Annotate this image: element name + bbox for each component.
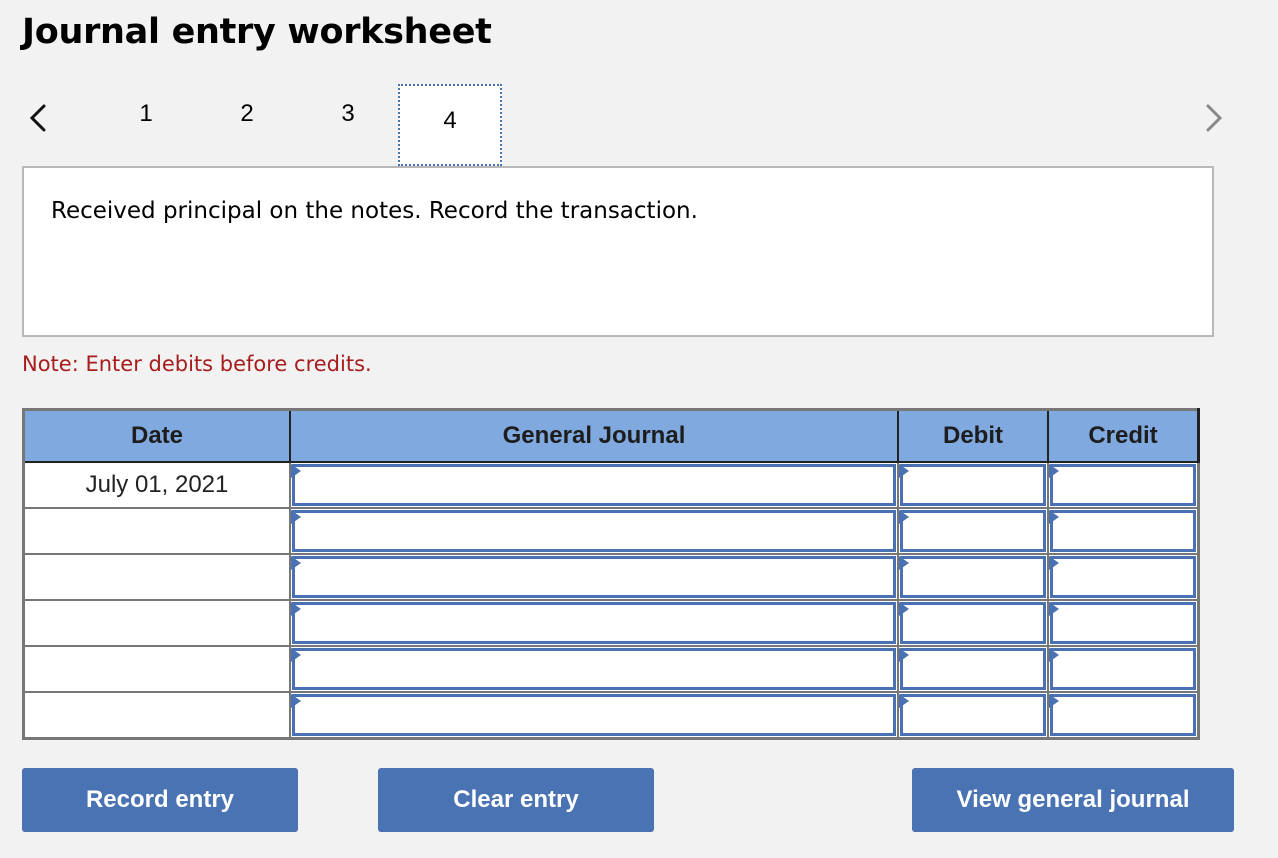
dropdown-flag-icon <box>1049 510 1059 524</box>
credit-input-cell <box>1047 507 1200 555</box>
debit-input-cell <box>897 691 1049 740</box>
table-row <box>22 507 1200 555</box>
debit-input[interactable] <box>900 556 1046 598</box>
account-select[interactable] <box>292 510 896 552</box>
debit-input-cell <box>897 461 1049 509</box>
credit-input[interactable] <box>1050 694 1196 736</box>
entry-tabs: 1 2 3 4 <box>0 80 1278 170</box>
debit-input[interactable] <box>900 694 1046 736</box>
tab-label: 3 <box>341 100 355 127</box>
debit-input-cell <box>897 507 1049 555</box>
credit-input[interactable] <box>1050 464 1196 506</box>
journal-entry-table: Date General Journal Debit Credit July 0… <box>22 408 1200 740</box>
account-select-cell <box>289 507 899 555</box>
account-select[interactable] <box>292 648 896 690</box>
debit-input-cell <box>897 599 1049 647</box>
dropdown-flag-icon <box>899 648 909 662</box>
dropdown-flag-icon <box>291 464 301 478</box>
dropdown-flag-icon <box>291 556 301 570</box>
record-entry-button[interactable]: Record entry <box>22 768 298 832</box>
column-header-date: Date <box>22 408 291 463</box>
debit-input[interactable] <box>900 648 1046 690</box>
date-cell <box>22 691 291 740</box>
credit-input[interactable] <box>1050 648 1196 690</box>
credit-input[interactable] <box>1050 602 1196 644</box>
credit-input[interactable] <box>1050 556 1196 598</box>
tab-4[interactable]: 4 <box>398 84 502 166</box>
account-select-cell <box>289 645 899 693</box>
date-cell: July 01, 2021 <box>22 461 291 509</box>
credit-input-cell <box>1047 461 1200 509</box>
table-row <box>22 553 1200 601</box>
credit-input-cell <box>1047 599 1200 647</box>
next-entry-button[interactable] <box>1200 98 1230 138</box>
account-select[interactable] <box>292 694 896 736</box>
dropdown-flag-icon <box>291 510 301 524</box>
dropdown-flag-icon <box>291 602 301 616</box>
credit-input-cell <box>1047 645 1200 693</box>
tab-label: 4 <box>443 107 457 134</box>
date-cell <box>22 553 291 601</box>
dropdown-flag-icon <box>899 556 909 570</box>
credit-input[interactable] <box>1050 510 1196 552</box>
account-select-cell <box>289 461 899 509</box>
tab-2[interactable]: 2 <box>227 100 267 128</box>
debit-input-cell <box>897 553 1049 601</box>
chevron-left-icon <box>29 104 46 132</box>
dropdown-flag-icon <box>291 694 301 708</box>
dropdown-flag-icon <box>899 510 909 524</box>
dropdown-flag-icon <box>1049 602 1059 616</box>
transaction-description-box: Received principal on the notes. Record … <box>22 166 1214 337</box>
entry-note: Note: Enter debits before credits. <box>22 352 372 376</box>
transaction-description: Received principal on the notes. Record … <box>51 198 698 224</box>
dropdown-flag-icon <box>899 464 909 478</box>
account-select-cell <box>289 553 899 601</box>
dropdown-flag-icon <box>291 648 301 662</box>
table-row <box>22 599 1200 647</box>
dropdown-flag-icon <box>1049 648 1059 662</box>
column-header-debit: Debit <box>897 408 1049 463</box>
account-select-cell <box>289 599 899 647</box>
credit-input-cell <box>1047 691 1200 740</box>
debit-input[interactable] <box>900 510 1046 552</box>
debit-input[interactable] <box>900 602 1046 644</box>
account-select[interactable] <box>292 556 896 598</box>
dropdown-flag-icon <box>899 602 909 616</box>
prev-entry-button[interactable] <box>22 98 52 138</box>
view-general-journal-button[interactable]: View general journal <box>912 768 1234 832</box>
page-title: Journal entry worksheet <box>22 12 492 52</box>
column-header-general-journal: General Journal <box>289 408 899 463</box>
dropdown-flag-icon <box>899 694 909 708</box>
tab-3[interactable]: 3 <box>328 100 368 128</box>
date-cell <box>22 599 291 647</box>
account-select[interactable] <box>292 602 896 644</box>
dropdown-flag-icon <box>1049 464 1059 478</box>
table-row <box>22 645 1200 693</box>
date-cell <box>22 507 291 555</box>
table-row: July 01, 2021 <box>22 461 1200 509</box>
debit-input-cell <box>897 645 1049 693</box>
date-cell <box>22 645 291 693</box>
chevron-right-icon <box>1206 104 1223 132</box>
clear-entry-button[interactable]: Clear entry <box>378 768 654 832</box>
account-select-cell <box>289 691 899 740</box>
tab-label: 1 <box>139 100 153 127</box>
tab-1[interactable]: 1 <box>126 100 166 128</box>
credit-input-cell <box>1047 553 1200 601</box>
debit-input[interactable] <box>900 464 1046 506</box>
dropdown-flag-icon <box>1049 556 1059 570</box>
column-header-credit: Credit <box>1047 408 1200 463</box>
dropdown-flag-icon <box>1049 694 1059 708</box>
account-select[interactable] <box>292 464 896 506</box>
tab-label: 2 <box>240 100 254 127</box>
table-row <box>22 691 1200 740</box>
